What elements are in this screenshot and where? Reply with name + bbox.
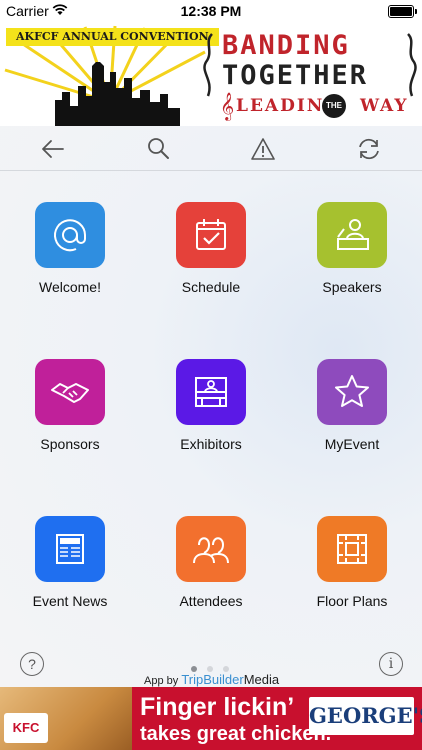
handshake-icon: [35, 359, 105, 425]
refresh-icon[interactable]: [356, 136, 382, 162]
tile-label: Exhibitors: [180, 436, 242, 452]
tile-label: Sponsors: [40, 436, 100, 452]
tile-label: Welcome!: [39, 279, 101, 295]
tile-label: MyEvent: [324, 436, 380, 452]
georges-logo: GEORGE'S: [309, 697, 422, 735]
tile-sponsors[interactable]: Sponsors: [0, 359, 140, 452]
swirl-decoration-icon: [407, 33, 417, 97]
toolbar: [0, 126, 422, 171]
tile-welcome[interactable]: Welcome!: [0, 202, 140, 295]
back-arrow-icon[interactable]: [40, 136, 66, 162]
calendar-check-icon: [176, 202, 246, 268]
tile-exhibitors[interactable]: Exhibitors: [141, 359, 281, 452]
tile-schedule[interactable]: Schedule: [141, 202, 281, 295]
convention-ribbon: AKFCF ANNUAL CONVENTION: [6, 28, 219, 46]
tile-label: Event News: [32, 593, 108, 609]
banner-title-line1: BANDING: [222, 30, 350, 61]
ad-slogan-line1: Finger lickin’: [140, 693, 295, 721]
advertisement-banner[interactable]: KFC Finger lickin’ takes great chicken. …: [0, 687, 422, 750]
banner-title-line2: TOGETHER: [222, 60, 369, 91]
star-icon: [317, 359, 387, 425]
search-icon[interactable]: [146, 136, 172, 162]
people-icon: [176, 516, 246, 582]
app-credit[interactable]: App by TripBuilderMedia: [144, 672, 279, 687]
the-badge: THE: [322, 94, 346, 118]
treble-clef-icon: 𝄞: [220, 92, 235, 120]
tile-attendees[interactable]: Attendees: [141, 516, 281, 609]
status-bar: Carrier 12:38 PM: [0, 0, 422, 22]
tile-myevent[interactable]: MyEvent: [282, 359, 422, 452]
clock: 12:38 PM: [180, 3, 242, 19]
at-sign-icon: [35, 202, 105, 268]
credit-brand-part2: Media: [243, 672, 280, 687]
credit-brand-part1: TripBuilder: [181, 672, 244, 687]
tile-event-news[interactable]: Event News: [0, 516, 140, 609]
event-banner: AKFCF ANNUAL CONVENTION BANDING TOGETHER…: [0, 22, 422, 126]
tile-label: Speakers: [322, 279, 382, 295]
ad-slogan-line2: takes great chicken.: [140, 723, 332, 745]
credit-prefix: App by: [144, 675, 179, 687]
banner-way: WAY: [360, 96, 409, 116]
tile-floor-plans[interactable]: Floor Plans: [282, 516, 422, 609]
newspaper-icon: [35, 516, 105, 582]
tile-label: Attendees: [179, 593, 243, 609]
app-content: Welcome! Schedule Speakers Sponsors Exhi…: [0, 126, 422, 687]
tile-speakers[interactable]: Speakers: [282, 202, 422, 295]
speaker-podium-icon: [317, 202, 387, 268]
tile-label: Schedule: [181, 279, 241, 295]
kfc-logo: KFC: [4, 713, 48, 743]
warning-icon[interactable]: [250, 136, 276, 162]
swirl-decoration-icon: [203, 33, 213, 97]
booth-icon: [176, 359, 246, 425]
battery-icon: [388, 5, 417, 18]
tripbuilder-logo: TripBuilderMedia: [181, 672, 279, 687]
help-button[interactable]: ?: [20, 652, 44, 676]
info-button[interactable]: i: [379, 652, 403, 676]
floor-plan-icon: [317, 516, 387, 582]
tile-label: Floor Plans: [316, 593, 388, 609]
